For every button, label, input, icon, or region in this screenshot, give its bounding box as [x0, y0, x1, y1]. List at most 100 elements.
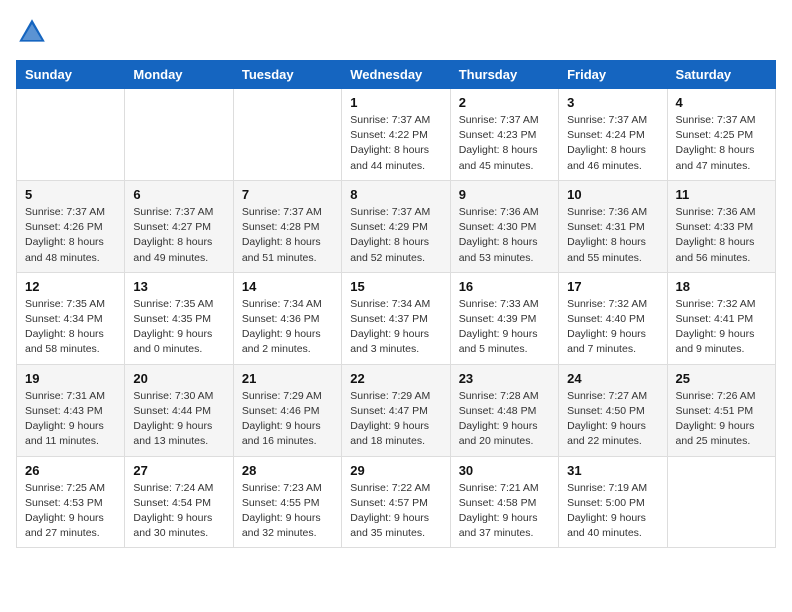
day-number: 25 — [676, 371, 767, 386]
day-info: Sunrise: 7:32 AM Sunset: 4:40 PM Dayligh… — [567, 297, 658, 358]
day-info: Sunrise: 7:31 AM Sunset: 4:43 PM Dayligh… — [25, 389, 116, 450]
calendar-cell: 25 Sunrise: 7:26 AM Sunset: 4:51 PM Dayli… — [667, 364, 775, 456]
calendar-cell — [233, 89, 341, 181]
day-number: 14 — [242, 279, 333, 294]
day-number: 30 — [459, 463, 550, 478]
calendar-cell: 7 Sunrise: 7:37 AM Sunset: 4:28 PM Daylig… — [233, 180, 341, 272]
calendar-week-row: 1Sunrise: 7:37 AM Sunset: 4:22 PM Daylig… — [17, 89, 776, 181]
day-number: 2 — [459, 95, 550, 110]
calendar-cell — [125, 89, 233, 181]
day-number: 31 — [567, 463, 658, 478]
day-number: 24 — [567, 371, 658, 386]
day-info: Sunrise: 7:19 AM Sunset: 5:00 PM Dayligh… — [567, 481, 658, 542]
day-info: Sunrise: 7:27 AM Sunset: 4:50 PM Dayligh… — [567, 389, 658, 450]
calendar-cell: 19 Sunrise: 7:31 AM Sunset: 4:43 PM Dayli… — [17, 364, 125, 456]
calendar-cell: 10Sunrise: 7:36 AM Sunset: 4:31 PM Dayli… — [559, 180, 667, 272]
day-info: Sunrise: 7:36 AM Sunset: 4:30 PM Dayligh… — [459, 205, 550, 266]
calendar-cell: 6 Sunrise: 7:37 AM Sunset: 4:27 PM Daylig… — [125, 180, 233, 272]
calendar-week-row: 5Sunrise: 7:37 AM Sunset: 4:26 PM Daylig… — [17, 180, 776, 272]
day-number: 27 — [133, 463, 224, 478]
calendar-cell: 23 Sunrise: 7:28 AM Sunset: 4:48 PM Dayli… — [450, 364, 558, 456]
day-number: 16 — [459, 279, 550, 294]
day-number: 19 — [25, 371, 116, 386]
calendar-cell: 5Sunrise: 7:37 AM Sunset: 4:26 PM Daylig… — [17, 180, 125, 272]
day-number: 29 — [350, 463, 441, 478]
calendar-cell: 11Sunrise: 7:36 AM Sunset: 4:33 PM Dayli… — [667, 180, 775, 272]
day-info: Sunrise: 7:36 AM Sunset: 4:33 PM Dayligh… — [676, 205, 767, 266]
day-info: Sunrise: 7:24 AM Sunset: 4:54 PM Dayligh… — [133, 481, 224, 542]
calendar-cell: 3 Sunrise: 7:37 AM Sunset: 4:24 PM Daylig… — [559, 89, 667, 181]
calendar-cell: 13 Sunrise: 7:35 AM Sunset: 4:35 PM Dayli… — [125, 272, 233, 364]
day-info: Sunrise: 7:21 AM Sunset: 4:58 PM Dayligh… — [459, 481, 550, 542]
day-number: 28 — [242, 463, 333, 478]
day-info: Sunrise: 7:35 AM Sunset: 4:35 PM Dayligh… — [133, 297, 224, 358]
calendar-cell: 22 Sunrise: 7:29 AM Sunset: 4:47 PM Dayli… — [342, 364, 450, 456]
day-info: Sunrise: 7:29 AM Sunset: 4:47 PM Dayligh… — [350, 389, 441, 450]
day-info: Sunrise: 7:35 AM Sunset: 4:34 PM Dayligh… — [25, 297, 116, 358]
day-number: 13 — [133, 279, 224, 294]
day-number: 12 — [25, 279, 116, 294]
day-info: Sunrise: 7:26 AM Sunset: 4:51 PM Dayligh… — [676, 389, 767, 450]
weekday-header: Monday — [125, 61, 233, 89]
day-number: 7 — [242, 187, 333, 202]
day-number: 18 — [676, 279, 767, 294]
calendar-cell: 24 Sunrise: 7:27 AM Sunset: 4:50 PM Dayli… — [559, 364, 667, 456]
day-number: 4 — [676, 95, 767, 110]
day-info: Sunrise: 7:37 AM Sunset: 4:27 PM Dayligh… — [133, 205, 224, 266]
day-info: Sunrise: 7:32 AM Sunset: 4:41 PM Dayligh… — [676, 297, 767, 358]
day-info: Sunrise: 7:29 AM Sunset: 4:46 PM Dayligh… — [242, 389, 333, 450]
day-number: 15 — [350, 279, 441, 294]
weekday-header: Friday — [559, 61, 667, 89]
calendar-cell: 30 Sunrise: 7:21 AM Sunset: 4:58 PM Dayli… — [450, 456, 558, 548]
day-number: 8 — [350, 187, 441, 202]
calendar-cell: 20 Sunrise: 7:30 AM Sunset: 4:44 PM Dayli… — [125, 364, 233, 456]
calendar-cell: 18 Sunrise: 7:32 AM Sunset: 4:41 PM Dayli… — [667, 272, 775, 364]
page-header — [16, 16, 776, 48]
calendar-cell: 31 Sunrise: 7:19 AM Sunset: 5:00 PM Dayli… — [559, 456, 667, 548]
day-info: Sunrise: 7:28 AM Sunset: 4:48 PM Dayligh… — [459, 389, 550, 450]
calendar-table: SundayMondayTuesdayWednesdayThursdayFrid… — [16, 60, 776, 548]
weekday-header: Sunday — [17, 61, 125, 89]
day-info: Sunrise: 7:33 AM Sunset: 4:39 PM Dayligh… — [459, 297, 550, 358]
day-number: 1 — [350, 95, 441, 110]
calendar-cell: 26 Sunrise: 7:25 AM Sunset: 4:53 PM Dayli… — [17, 456, 125, 548]
calendar-cell: 14 Sunrise: 7:34 AM Sunset: 4:36 PM Dayli… — [233, 272, 341, 364]
day-number: 3 — [567, 95, 658, 110]
calendar-cell: 12 Sunrise: 7:35 AM Sunset: 4:34 PM Dayli… — [17, 272, 125, 364]
logo — [16, 16, 52, 48]
calendar-cell: 16 Sunrise: 7:33 AM Sunset: 4:39 PM Dayli… — [450, 272, 558, 364]
day-info: Sunrise: 7:23 AM Sunset: 4:55 PM Dayligh… — [242, 481, 333, 542]
day-info: Sunrise: 7:37 AM Sunset: 4:25 PM Dayligh… — [676, 113, 767, 174]
calendar-cell: 28 Sunrise: 7:23 AM Sunset: 4:55 PM Dayli… — [233, 456, 341, 548]
calendar-cell: 9 Sunrise: 7:36 AM Sunset: 4:30 PM Daylig… — [450, 180, 558, 272]
weekday-header: Thursday — [450, 61, 558, 89]
day-number: 21 — [242, 371, 333, 386]
calendar-week-row: 26 Sunrise: 7:25 AM Sunset: 4:53 PM Dayli… — [17, 456, 776, 548]
day-info: Sunrise: 7:34 AM Sunset: 4:37 PM Dayligh… — [350, 297, 441, 358]
calendar-cell — [17, 89, 125, 181]
day-number: 20 — [133, 371, 224, 386]
day-info: Sunrise: 7:37 AM Sunset: 4:23 PM Dayligh… — [459, 113, 550, 174]
day-number: 26 — [25, 463, 116, 478]
day-number: 9 — [459, 187, 550, 202]
day-number: 23 — [459, 371, 550, 386]
day-info: Sunrise: 7:37 AM Sunset: 4:29 PM Dayligh… — [350, 205, 441, 266]
calendar-cell — [667, 456, 775, 548]
day-info: Sunrise: 7:37 AM Sunset: 4:28 PM Dayligh… — [242, 205, 333, 266]
calendar-week-row: 19 Sunrise: 7:31 AM Sunset: 4:43 PM Dayli… — [17, 364, 776, 456]
calendar-cell: 15 Sunrise: 7:34 AM Sunset: 4:37 PM Dayli… — [342, 272, 450, 364]
day-info: Sunrise: 7:34 AM Sunset: 4:36 PM Dayligh… — [242, 297, 333, 358]
calendar-cell: 8 Sunrise: 7:37 AM Sunset: 4:29 PM Daylig… — [342, 180, 450, 272]
calendar-cell: 27 Sunrise: 7:24 AM Sunset: 4:54 PM Dayli… — [125, 456, 233, 548]
weekday-header-row: SundayMondayTuesdayWednesdayThursdayFrid… — [17, 61, 776, 89]
day-number: 6 — [133, 187, 224, 202]
day-info: Sunrise: 7:25 AM Sunset: 4:53 PM Dayligh… — [25, 481, 116, 542]
day-info: Sunrise: 7:30 AM Sunset: 4:44 PM Dayligh… — [133, 389, 224, 450]
calendar-cell: 2 Sunrise: 7:37 AM Sunset: 4:23 PM Daylig… — [450, 89, 558, 181]
calendar-cell: 29Sunrise: 7:22 AM Sunset: 4:57 PM Dayli… — [342, 456, 450, 548]
calendar-cell: 17Sunrise: 7:32 AM Sunset: 4:40 PM Dayli… — [559, 272, 667, 364]
day-info: Sunrise: 7:37 AM Sunset: 4:24 PM Dayligh… — [567, 113, 658, 174]
logo-icon — [16, 16, 48, 48]
calendar-cell: 21 Sunrise: 7:29 AM Sunset: 4:46 PM Dayli… — [233, 364, 341, 456]
day-number: 22 — [350, 371, 441, 386]
